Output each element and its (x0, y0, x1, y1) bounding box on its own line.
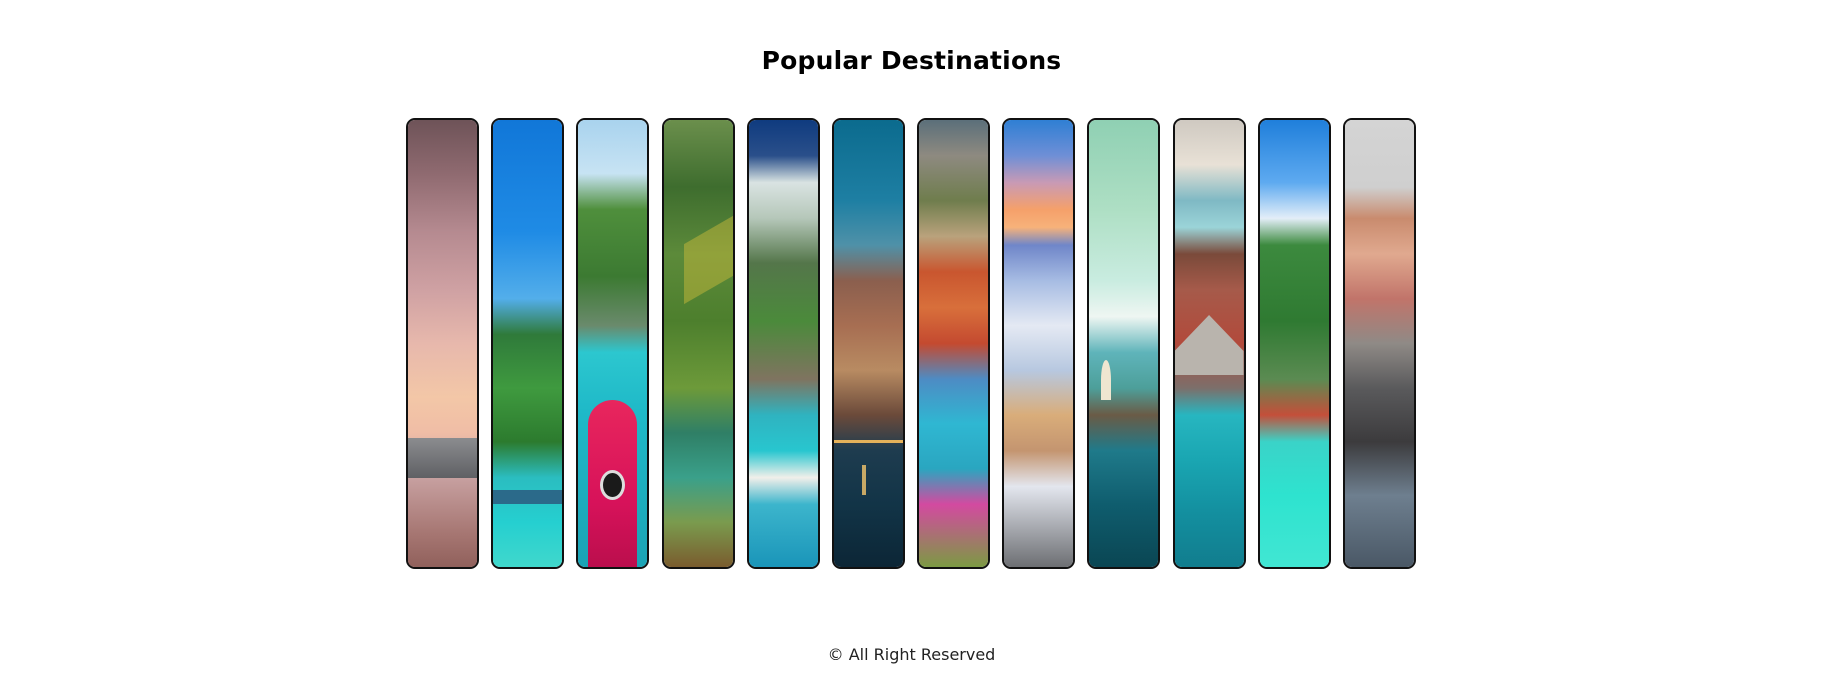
destination-card-10[interactable] (1172, 118, 1246, 569)
destination-card-1[interactable] (406, 118, 479, 569)
destination-card-8[interactable] (1002, 118, 1076, 569)
destination-card-11[interactable] (1257, 118, 1331, 569)
destination-card-7[interactable] (917, 118, 991, 569)
destination-image-5 (748, 120, 818, 567)
destination-image-8 (1004, 120, 1074, 567)
destination-card-9[interactable] (1087, 118, 1161, 569)
destination-card-3[interactable] (576, 118, 650, 569)
destination-image-12 (1344, 120, 1414, 567)
destinations-gallery (406, 118, 1416, 571)
destination-image-4 (663, 120, 733, 567)
destination-image-10 (1174, 120, 1244, 567)
destination-card-12[interactable] (1342, 118, 1416, 569)
destination-image-7 (919, 120, 989, 567)
destination-image-2 (493, 120, 563, 567)
destination-card-6[interactable] (831, 118, 905, 569)
destination-card-2[interactable] (491, 118, 565, 569)
page-title: Popular Destinations (761, 46, 1062, 75)
footer-copyright: © All Right Reserved (827, 645, 996, 664)
destination-image-6 (833, 120, 903, 567)
destination-image-9 (1089, 120, 1159, 567)
destination-image-3 (578, 120, 648, 567)
destination-image-1 (408, 120, 477, 567)
destination-card-5[interactable] (746, 118, 820, 569)
destination-card-4[interactable] (661, 118, 735, 569)
destination-image-11 (1259, 120, 1329, 567)
